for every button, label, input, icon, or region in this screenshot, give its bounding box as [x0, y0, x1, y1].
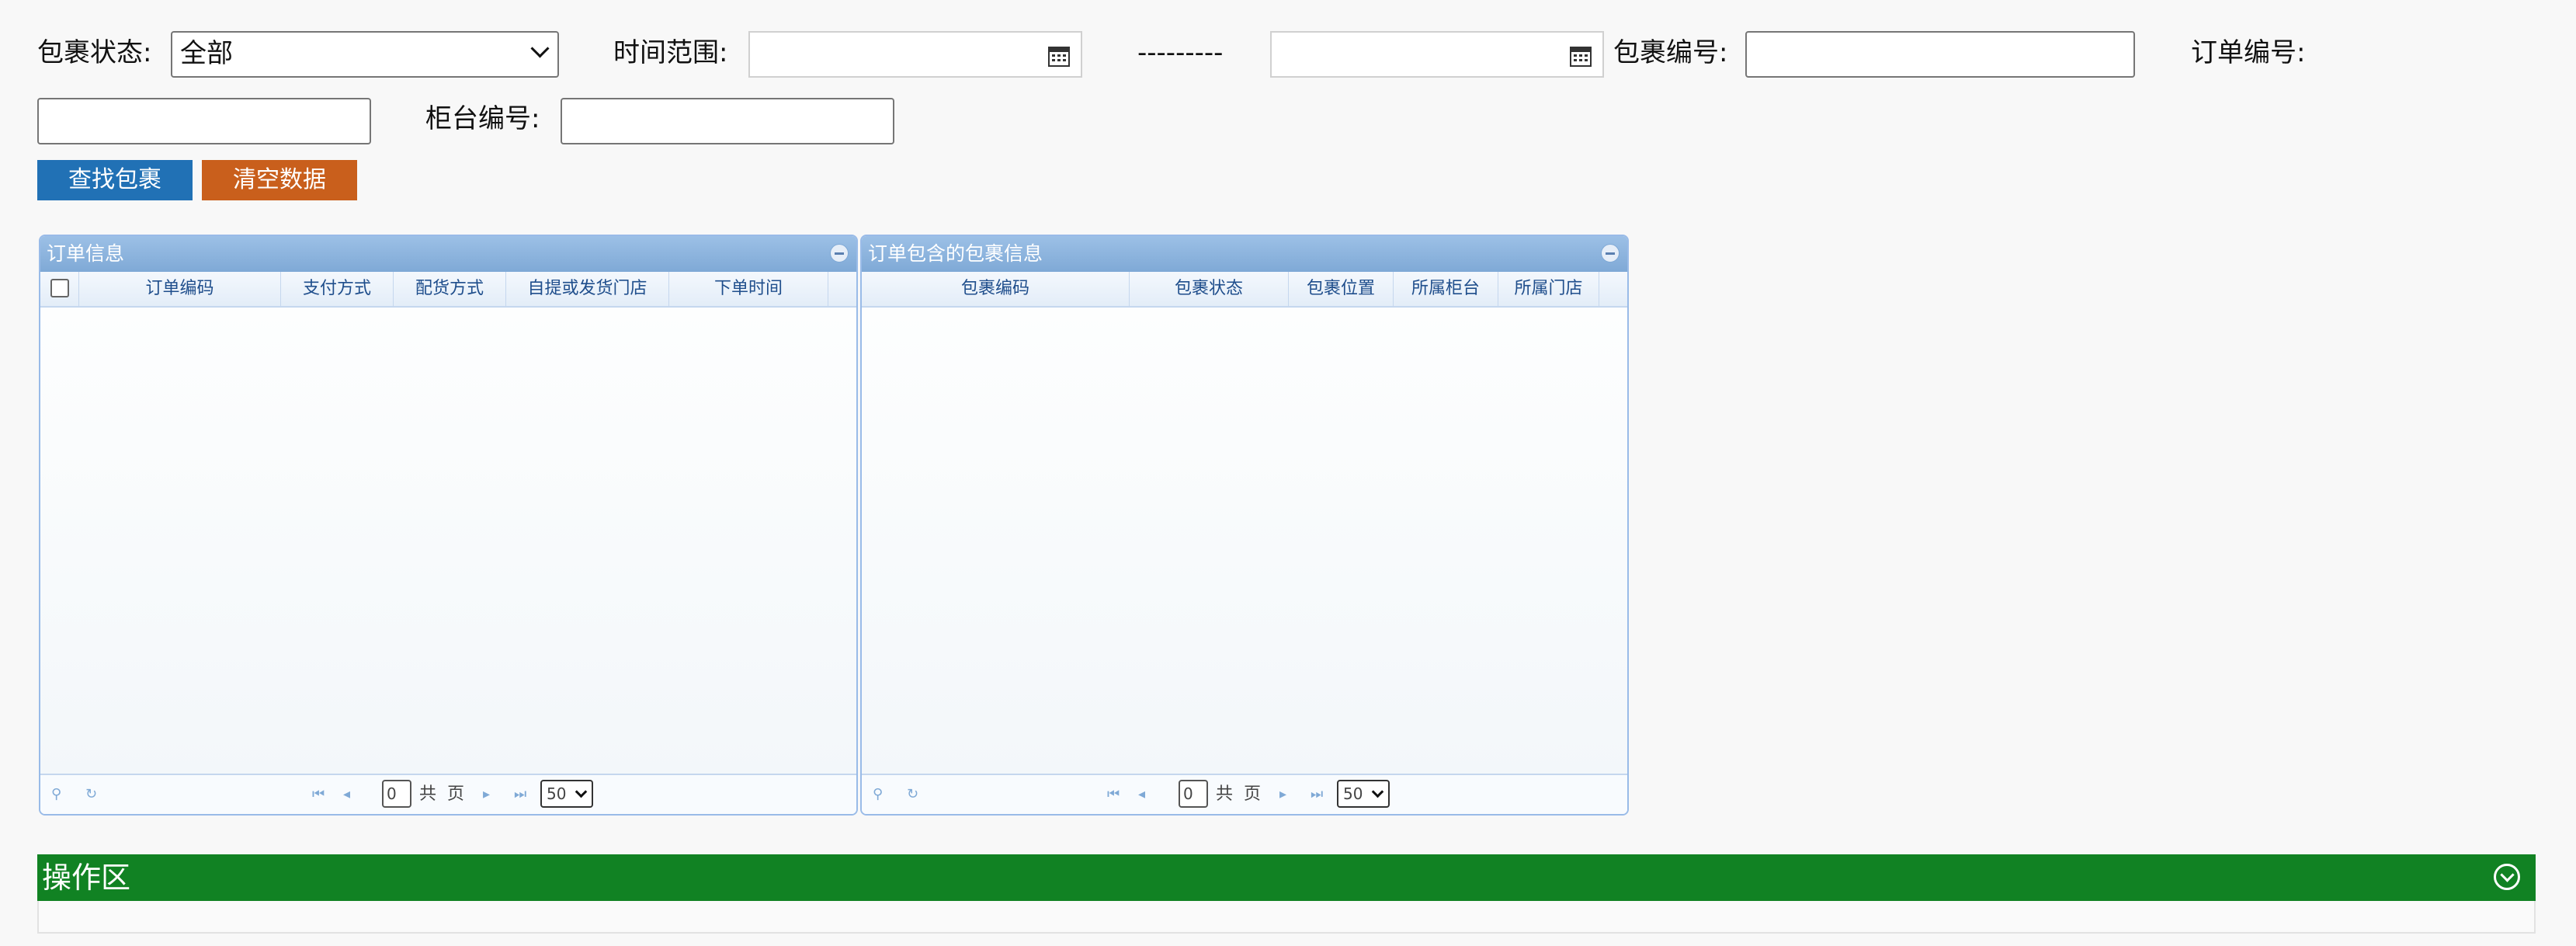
select-all-checkbox[interactable]	[50, 279, 69, 297]
orders-grid-header: 订单信息	[40, 236, 856, 272]
package-no-label: 包裹编号:	[1613, 37, 1728, 68]
total-label: 共	[419, 784, 437, 804]
column-header[interactable]: 订单编码	[79, 272, 281, 306]
counter-no-label: 柜台编号:	[425, 103, 540, 134]
column-header[interactable]: 下单时间	[669, 272, 828, 306]
first-page-icon[interactable]: ⏮	[312, 788, 326, 802]
column-header[interactable]: 配货方式	[394, 272, 506, 306]
packages-grid-title: 订单包含的包裹信息	[868, 242, 1043, 265]
column-header[interactable]: 包裹位置	[1289, 272, 1394, 306]
search-icon[interactable]: ⚲	[51, 788, 65, 802]
order-no-label: 订单编号:	[2191, 37, 2306, 68]
page-unit-label: 页	[1244, 784, 1262, 804]
orders-grid-title: 订单信息	[47, 242, 125, 265]
column-header[interactable]: 所属门店	[1498, 272, 1599, 306]
column-header[interactable]: 自提或发货门店	[506, 272, 669, 306]
counter-no-input[interactable]	[561, 98, 894, 144]
column-header[interactable]: 支付方式	[281, 272, 394, 306]
prev-page-icon[interactable]: ◂	[343, 788, 357, 802]
operations-bar: 操作区	[37, 854, 2536, 901]
packages-pager: ⚲ ↻ ⏮ ◂ 0 共 页 ▸ ⏭ 50	[862, 774, 1627, 814]
orders-grid-body	[40, 308, 856, 775]
status-select-value: 全部	[180, 38, 233, 69]
operations-title: 操作区	[42, 861, 131, 895]
last-page-icon[interactable]: ⏭	[1311, 788, 1324, 802]
page-size-value: 50	[547, 784, 567, 803]
package-no-input[interactable]	[1745, 31, 2135, 78]
start-date-input[interactable]	[748, 31, 1082, 78]
status-label: 包裹状态:	[37, 37, 152, 68]
chevron-down-icon	[575, 785, 588, 798]
packages-grid: 订单包含的包裹信息 包裹编码 包裹状态 包裹位置 所属柜台 所属门店 ⚲ ↻ ⏮…	[860, 235, 1629, 816]
refresh-icon[interactable]: ↻	[85, 788, 99, 802]
clear-data-button[interactable]: 清空数据	[202, 160, 357, 200]
time-separator: ---------	[1137, 37, 1224, 68]
prev-page-icon[interactable]: ◂	[1138, 788, 1152, 802]
column-header[interactable]: 所属柜台	[1394, 272, 1498, 306]
search-package-button[interactable]: 查找包裹	[37, 160, 193, 200]
order-no-input[interactable]	[37, 98, 371, 144]
first-page-icon[interactable]: ⏮	[1107, 788, 1121, 802]
orders-grid-columns: 订单编码 支付方式 配货方式 自提或发货门店 下单时间	[40, 272, 856, 308]
search-icon[interactable]: ⚲	[873, 788, 887, 802]
expand-icon[interactable]	[2494, 864, 2520, 890]
collapse-icon[interactable]	[830, 244, 849, 263]
page-size-select[interactable]: 50	[540, 780, 593, 808]
packages-grid-header: 订单包含的包裹信息	[862, 236, 1627, 272]
orders-grid: 订单信息 订单编码 支付方式 配货方式 自提或发货门店 下单时间 ⚲ ↻ ⏮ ◂…	[39, 235, 858, 816]
orders-pager: ⚲ ↻ ⏮ ◂ 0 共 页 ▸ ⏭ 50	[40, 774, 856, 814]
next-page-icon[interactable]: ▸	[1279, 788, 1293, 802]
chevron-down-icon	[1371, 785, 1384, 798]
packages-grid-columns: 包裹编码 包裹状态 包裹位置 所属柜台 所属门店	[862, 272, 1627, 308]
last-page-icon[interactable]: ⏭	[514, 788, 528, 802]
column-header[interactable]: 包裹编码	[862, 272, 1130, 306]
page-number-input[interactable]: 0	[1179, 780, 1208, 808]
calendar-icon[interactable]	[1048, 45, 1070, 67]
next-page-icon[interactable]: ▸	[483, 788, 497, 802]
time-range-label: 时间范围:	[613, 37, 728, 68]
status-select[interactable]: 全部	[171, 31, 559, 78]
page-unit-label: 页	[447, 784, 465, 804]
page-size-select[interactable]: 50	[1337, 780, 1390, 808]
collapse-icon[interactable]	[1601, 244, 1620, 263]
chevron-down-icon	[530, 39, 550, 58]
operations-body	[37, 901, 2536, 934]
packages-grid-body	[862, 308, 1627, 775]
page-size-value: 50	[1343, 784, 1363, 803]
calendar-icon[interactable]	[1570, 45, 1592, 67]
total-label: 共	[1216, 784, 1234, 804]
end-date-input[interactable]	[1270, 31, 1604, 78]
refresh-icon[interactable]: ↻	[907, 788, 921, 802]
select-all-cell	[40, 272, 79, 306]
column-header[interactable]: 包裹状态	[1130, 272, 1289, 306]
page-number-input[interactable]: 0	[382, 780, 411, 808]
